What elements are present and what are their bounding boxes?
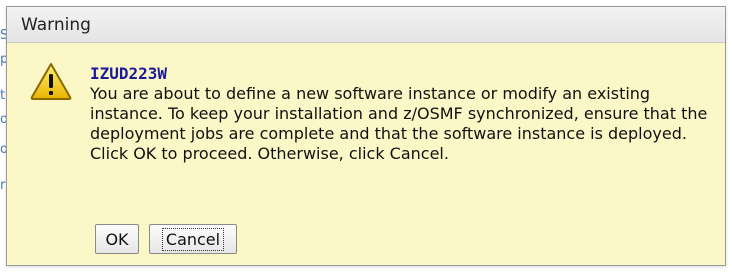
ok-button-label: OK	[105, 229, 129, 249]
dialog-titlebar[interactable]: Warning	[7, 7, 725, 43]
message-id: IZUD223W	[90, 64, 168, 83]
cancel-button-label: Cancel	[161, 227, 225, 251]
dialog-title: Warning	[21, 14, 91, 35]
dialog-buttons: OK Cancel	[95, 224, 237, 254]
warning-icon	[29, 61, 73, 101]
cancel-button[interactable]: Cancel	[149, 224, 237, 254]
warning-dialog: Warning IZUD223W You are about to define…	[6, 6, 726, 266]
message-text: You are about to define a new software i…	[90, 84, 708, 163]
dialog-body: IZUD223W You are about to define a new s…	[7, 43, 725, 264]
ok-button[interactable]: OK	[95, 224, 139, 254]
page: S p t o o r Warning IZUD223W You are abo…	[0, 0, 732, 274]
dialog-content: IZUD223W You are about to define a new s…	[90, 64, 710, 164]
